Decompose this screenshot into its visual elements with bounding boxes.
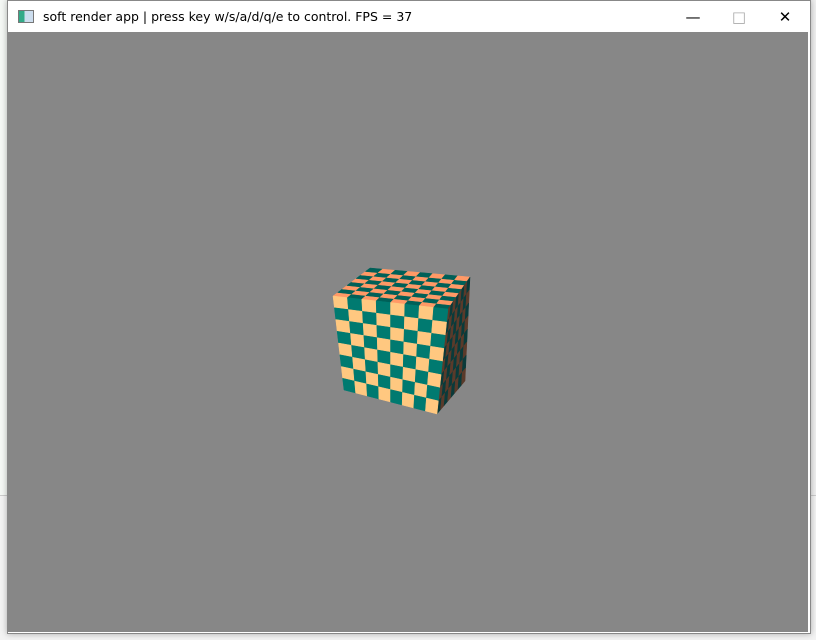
checker-tile — [390, 389, 403, 406]
checker-tile — [401, 392, 415, 409]
close-icon: ✕ — [778, 7, 792, 26]
checker-tile — [418, 305, 434, 321]
checker-tile — [403, 341, 418, 358]
checker-tile — [332, 295, 349, 310]
close-button[interactable]: ✕ — [762, 1, 808, 32]
checker-tile — [362, 311, 378, 326]
checker-cube — [332, 267, 471, 415]
checker-tile — [390, 302, 406, 318]
checker-tile — [403, 329, 419, 345]
checker-tile — [361, 298, 377, 314]
checker-tile — [390, 327, 405, 343]
cube-face-front — [332, 295, 449, 415]
checker-tile — [416, 331, 432, 347]
checker-tile — [348, 309, 364, 324]
checker-tile — [417, 318, 433, 334]
maximize-button[interactable]: □ — [716, 1, 762, 32]
checker-tile — [376, 312, 391, 328]
app-icon — [18, 10, 34, 23]
render-canvas[interactable] — [8, 32, 808, 632]
checker-tile — [416, 343, 431, 360]
checker-tile — [429, 345, 445, 362]
minimize-icon: — — [685, 7, 701, 26]
checker-tile — [432, 307, 449, 323]
checker-tile — [366, 383, 380, 400]
checker-tile — [430, 332, 446, 349]
checker-tile — [378, 386, 391, 403]
minimize-button[interactable]: — — [670, 1, 716, 32]
checker-tile — [376, 325, 391, 341]
checker-tile — [404, 303, 420, 319]
checker-tile — [390, 339, 405, 355]
window-title: soft render app | press key w/s/a/d/q/e … — [43, 9, 413, 24]
checker-tile — [413, 394, 427, 412]
maximize-icon: □ — [731, 7, 747, 26]
app-window: soft render app | press key w/s/a/d/q/e … — [7, 0, 811, 634]
checker-tile — [425, 397, 439, 415]
checker-tile — [375, 300, 391, 316]
checker-tile — [390, 314, 405, 330]
checker-tile — [431, 320, 447, 336]
checker-tile — [347, 297, 363, 312]
checker-tile — [403, 316, 419, 332]
